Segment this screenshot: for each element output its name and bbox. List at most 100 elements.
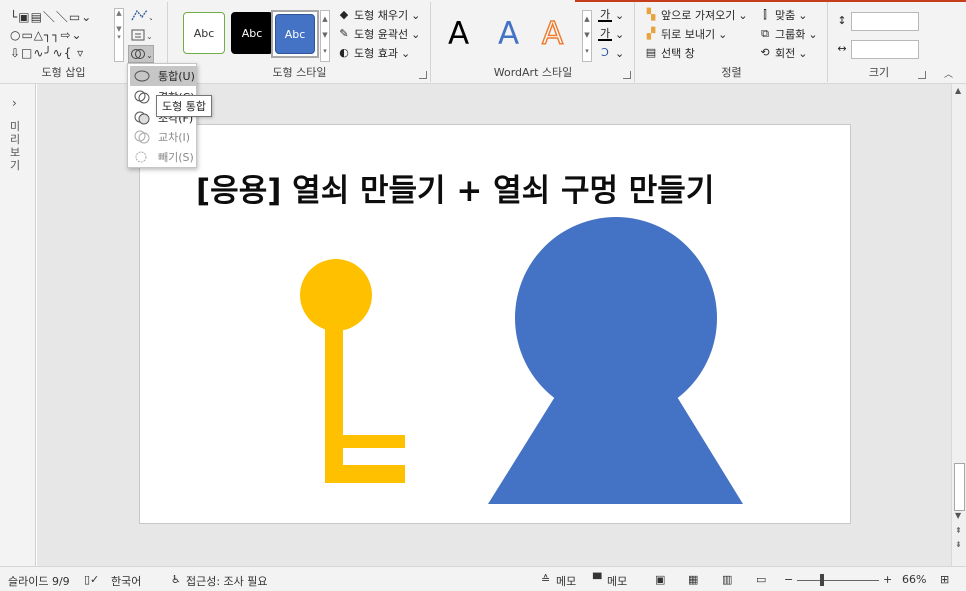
svg-text:⌄: ⌄ [146, 32, 152, 41]
normal-view-icon[interactable]: ▣ [655, 573, 665, 586]
wordart-styles-label: WordArt 스타일 [493, 66, 573, 79]
comments-button[interactable]: 메모 [607, 573, 627, 589]
send-backward-button[interactable]: ▞ 뒤로 보내기 ⌄ [644, 25, 728, 43]
chevron-down-icon: ⌄ [738, 8, 748, 22]
text-box-button[interactable]: ⌄ [128, 26, 154, 44]
key-bow[interactable] [300, 259, 372, 331]
size-label: 크기 [868, 66, 890, 79]
chevron-down-icon: ⌄ [808, 27, 818, 41]
comments-icon: ▀ [593, 573, 602, 586]
slide-counter: 슬라이드 9/9 [8, 575, 70, 588]
key-tooth-lower[interactable] [325, 465, 405, 483]
arrange-group: ▚ 앞으로 가져오기 ⌄ ▞ 뒤로 보내기 ⌄ ▤ 선택 창 ⫿ 맞춤 ⌄ ⧉ 그룹화… [636, 2, 828, 82]
group-button[interactable]: ⧉ 그룹화 ⌄ [758, 25, 818, 43]
zoom-in-icon[interactable]: + [883, 573, 892, 586]
group-label: 그룹화 [775, 28, 806, 41]
text-outline-button[interactable]: 가 ⌄ [598, 25, 624, 43]
keyhole-trapezoid[interactable] [488, 387, 743, 504]
shape-fill-label: 도형 채우기 [354, 9, 409, 22]
shape-styles-launcher-icon[interactable] [419, 71, 427, 79]
accessibility-status[interactable]: 접근성: 조사 필요 [186, 573, 268, 589]
chevron-down-icon: ⌄ [400, 46, 411, 60]
merge-intersect-item[interactable]: 교차(I) [130, 127, 196, 147]
merge-shapes-button[interactable]: ⌄ [128, 45, 154, 63]
style-preset-3[interactable]: Abc [275, 14, 315, 54]
scroll-up-icon[interactable]: ▲ [955, 86, 961, 95]
zoom-slider-thumb[interactable] [820, 574, 824, 586]
slide-shapes [300, 217, 743, 504]
align-button[interactable]: ⫿ 맞춤 ⌄ [758, 6, 807, 24]
style-preset-1[interactable]: Abc [183, 12, 225, 54]
rotate-icon: ⟲ [760, 46, 770, 59]
wordart-launcher-icon[interactable] [623, 71, 631, 79]
shapes-gallery-scroll[interactable]: ▲ ▼ ▾ [114, 8, 124, 62]
scroll-thumb[interactable] [954, 463, 965, 511]
union-icon [134, 70, 150, 82]
height-input[interactable] [851, 12, 919, 31]
styles-gallery-scroll[interactable]: ▲ ▼ ▾ [320, 10, 330, 62]
key-shape[interactable] [300, 259, 405, 483]
collapse-ribbon-icon[interactable]: ︿ [944, 64, 953, 82]
size-launcher-icon[interactable] [918, 71, 926, 79]
intersect-icon [134, 130, 150, 144]
bring-forward-button[interactable]: ▚ 앞으로 가져오기 ⌄ [644, 6, 748, 24]
size-group: ↕ ↔ 크기 [829, 2, 929, 82]
wordart-preset-3[interactable]: A [541, 15, 564, 53]
shape-outline-button[interactable]: ✎ 도형 윤곽선 ⌄ [337, 25, 420, 43]
previous-slide-icon[interactable]: ⇞ [955, 526, 962, 535]
merge-union-item[interactable]: 통합(U) [130, 66, 196, 86]
wordart-gallery-scroll[interactable]: ▲ ▼ ▾ [582, 10, 592, 62]
expand-pane-icon[interactable]: › [12, 96, 17, 110]
selection-pane-button[interactable]: ▤ 선택 창 [644, 44, 695, 62]
key-tooth-upper[interactable] [325, 435, 405, 448]
chevron-down-icon: ⌄ [718, 27, 728, 41]
text-effects-button[interactable]: Ɔ ⌄ [598, 44, 624, 62]
svg-text:⌄: ⌄ [148, 13, 152, 22]
scroll-down-icon[interactable]: ▼ [955, 511, 961, 520]
notes-icon: ≙ [541, 573, 551, 586]
align-label: 맞춤 [775, 9, 796, 22]
wordart-preset-1[interactable]: A [448, 16, 469, 52]
chevron-down-icon: ⌄ [411, 27, 421, 41]
effects-icon: ◐ [339, 46, 349, 59]
align-icon: ⫿ [763, 8, 767, 21]
edit-shape-button[interactable]: ⌄ [128, 6, 154, 24]
shape-fill-button[interactable]: ◆ 도형 채우기 ⌄ [337, 6, 421, 24]
group-icon: ⧉ [761, 27, 769, 40]
text-fill-button[interactable]: 가 ⌄ [598, 6, 624, 24]
zoom-level[interactable]: 66% [902, 573, 926, 586]
slide-canvas[interactable]: [응용] 열쇠 만들기 + 열쇠 구멍 만들기 [139, 124, 851, 524]
fit-to-window-icon[interactable]: ⊞ [940, 573, 949, 586]
vertical-scrollbar[interactable]: ▲ ▼ ⇞ ⇟ [951, 84, 966, 566]
slide-sorter-icon[interactable]: ▦ [688, 573, 698, 586]
wordart-preset-2[interactable]: A [498, 16, 519, 52]
arrange-label: 정렬 [721, 66, 742, 79]
language-indicator[interactable]: 한국어 [111, 573, 141, 589]
reading-view-icon[interactable]: ▥ [722, 573, 732, 586]
text-effects-icon: Ɔ [601, 46, 609, 59]
bring-forward-icon: ▚ [646, 8, 656, 21]
subtract-icon [135, 151, 147, 163]
fragment-icon [134, 111, 150, 125]
zoom-out-icon[interactable]: − [784, 573, 793, 586]
key-shaft[interactable] [325, 325, 343, 483]
keyhole-shape[interactable] [488, 217, 743, 504]
shapes-gallery[interactable]: └▣▤＼＼▭⌄ ○▭△┐┐⇨⌄ ⇩□∿╯∿{ ▿ [10, 8, 112, 64]
text-outline-icon: 가 [598, 27, 612, 41]
next-slide-icon[interactable]: ⇟ [955, 540, 962, 549]
thumbnail-pane-label[interactable]: 미리보기 [10, 120, 24, 172]
rotate-label: 회전 [775, 47, 796, 60]
style-preset-2[interactable]: Abc [231, 12, 273, 54]
shape-effects-button[interactable]: ◐ 도형 효과 ⌄ [337, 44, 410, 62]
width-input[interactable] [851, 40, 919, 59]
paint-bucket-icon: ◆ [339, 8, 349, 21]
chevron-down-icon: ⌄ [411, 8, 421, 22]
merge-subtract-item[interactable]: 빼기(S) [130, 147, 196, 167]
text-fill-icon: 가 [598, 8, 612, 22]
spellcheck-icon[interactable]: ▯✓ [84, 573, 99, 586]
send-backward-label: 뒤로 보내기 [661, 28, 716, 41]
notes-button[interactable]: 메모 [556, 573, 576, 589]
rotate-button[interactable]: ⟲ 회전 ⌄ [758, 44, 807, 62]
zoom-slider-track[interactable] [797, 580, 879, 581]
slideshow-icon[interactable]: ▭ [756, 573, 766, 586]
